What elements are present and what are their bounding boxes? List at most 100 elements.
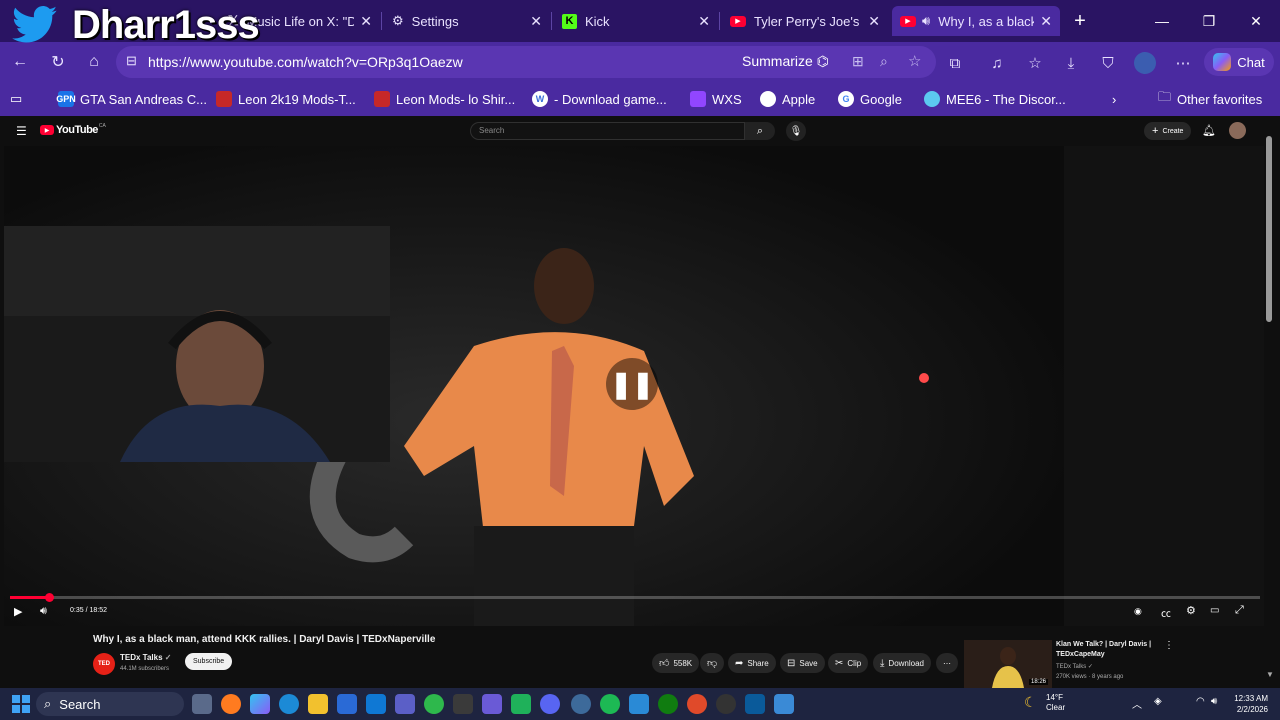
youtube-logo[interactable]: ▶ YouTube CA [40, 123, 106, 136]
copilot-app-icon[interactable] [250, 694, 270, 714]
settings-gear-icon[interactable]: ⚙ [1186, 604, 1196, 617]
favorite-leon-2k19[interactable]: Leon 2k19 Mods-T... [216, 90, 356, 108]
back-arrow-icon[interactable]: ← [8, 50, 32, 74]
more-menu-icon[interactable]: ⋯ [1172, 52, 1194, 74]
theater-mode-icon[interactable]: ▭ [1210, 605, 1219, 616]
autoplay-toggle-icon[interactable]: ◉ [1134, 606, 1142, 617]
close-tab-icon[interactable]: ✕ [360, 13, 372, 30]
shield-icon[interactable]: ⛉ [1097, 52, 1119, 74]
play-icon[interactable]: ▶ [14, 605, 22, 618]
xbox-app-icon[interactable] [424, 694, 444, 714]
favorites-overflow-chevron-icon[interactable]: › [1112, 90, 1116, 108]
wifi-icon[interactable]: ◠ [1196, 696, 1205, 707]
tray-chevron-icon[interactable]: ︿ [1132, 696, 1142, 711]
download-button[interactable]: ⤓ Download [873, 653, 931, 673]
favorite-google[interactable]: G Google [838, 90, 902, 108]
profile-avatar[interactable] [1134, 52, 1156, 74]
store-icon[interactable] [337, 694, 357, 714]
epic-launcher-icon[interactable] [745, 694, 765, 714]
discord-icon[interactable] [540, 694, 560, 714]
outlook-icon[interactable] [366, 694, 386, 714]
pause-overlay-icon[interactable]: ❚❚ [606, 358, 658, 410]
spotify-icon[interactable] [600, 694, 620, 714]
close-tab-icon[interactable]: ✕ [868, 13, 880, 30]
favorite-star-icon[interactable]: ☆ [908, 52, 921, 70]
file-explorer-icon[interactable] [308, 694, 328, 714]
recommended-thumbnail[interactable]: 18:26 [964, 640, 1052, 688]
apps-icon[interactable]: ⊞ [852, 53, 864, 70]
channel-name[interactable]: TEDx Talks ✓ [120, 653, 171, 662]
favorite-leon-mods[interactable]: Leon Mods- lo Shir... [374, 90, 515, 108]
close-tab-icon[interactable]: ✕ [1040, 13, 1052, 30]
dislike-button[interactable]: 👎︎ [700, 653, 725, 673]
game-launcher-icon[interactable] [687, 694, 707, 714]
summarize-button[interactable]: Summarize ⌬ [742, 53, 829, 70]
tab-actions-icon[interactable]: ▭ [10, 90, 22, 108]
captions-icon[interactable]: ㏄ [1161, 605, 1171, 620]
minimize-icon[interactable]: — [1146, 8, 1178, 34]
app-icon[interactable] [629, 694, 649, 714]
weather-widget[interactable]: 14°F Clear [1046, 693, 1065, 713]
download-icon[interactable]: ⤓ [1060, 52, 1082, 74]
like-button[interactable]: 👍︎ 558K [652, 653, 700, 673]
address-bar[interactable]: ⊟ https://www.youtube.com/watch?v=ORp3q1… [116, 46, 936, 78]
save-button[interactable]: ⊟ Save [780, 653, 825, 673]
home-icon[interactable]: ⌂ [82, 50, 106, 74]
recommended-title[interactable]: Klan We Talk? | Daryl Davis | TEDxCapeMa… [1056, 640, 1151, 660]
refresh-icon[interactable]: ↻ [46, 50, 70, 74]
tab-tyler-perry[interactable]: ▶ Tyler Perry's Joe's Co ✕ [722, 6, 888, 36]
settings-app-icon[interactable] [774, 694, 794, 714]
favorite-wxs[interactable]: WXS [690, 90, 742, 108]
edge-icon[interactable] [279, 694, 299, 714]
scroll-down-icon[interactable]: ▼ [1266, 670, 1274, 679]
favorite-mee6[interactable]: MEE6 - The Discor... [924, 90, 1066, 108]
other-favorites[interactable]: 🗀 Other favorites [1158, 89, 1262, 108]
site-info-icon[interactable]: ⊟ [126, 53, 137, 69]
volume-icon[interactable]: 🔊︎ [40, 605, 47, 618]
recommended-channel[interactable]: TEDx Talks ✓ [1056, 663, 1093, 670]
microphone-icon[interactable]: 🎙︎ [786, 121, 806, 141]
media-icon[interactable]: ♫ [986, 52, 1008, 74]
copilot-chat-button[interactable]: Chat [1204, 48, 1274, 76]
new-tab-plus-icon[interactable]: + [1064, 8, 1096, 34]
close-tab-icon[interactable]: ✕ [530, 13, 542, 30]
notifications-bell-icon[interactable]: 🔔︎ [1202, 124, 1216, 137]
page-scrollbar-thumb[interactable] [1266, 136, 1272, 322]
tray-app-icon[interactable]: ◈ [1154, 696, 1162, 707]
progress-bar[interactable] [10, 593, 1260, 602]
favorite-download-game[interactable]: W- Download game... [532, 90, 667, 108]
restore-icon[interactable]: ❐ [1193, 8, 1225, 34]
extensions-icon[interactable]: ⧉ [944, 52, 966, 74]
recommended-more-icon[interactable]: ⋮ [1164, 640, 1174, 651]
clip-button[interactable]: ✂ Clip [828, 653, 869, 673]
speaker-icon[interactable]: 🔊︎ [922, 13, 930, 29]
xbox-icon[interactable] [658, 694, 678, 714]
zoom-icon[interactable]: ⌕ [880, 53, 888, 70]
create-button[interactable]: + Create [1144, 122, 1192, 140]
steam-icon[interactable] [716, 694, 736, 714]
more-actions-icon[interactable]: ⋯ [936, 653, 958, 673]
share-button[interactable]: ➦ Share [728, 653, 776, 673]
teams-icon[interactable] [395, 694, 415, 714]
favorite-apple[interactable]: Apple [760, 90, 815, 108]
media-player-icon[interactable] [453, 694, 473, 714]
terminal-icon[interactable] [511, 694, 531, 714]
taskbar-search[interactable]: ⌕ Search [36, 692, 184, 716]
close-window-icon[interactable]: ✕ [1240, 8, 1272, 34]
channel-avatar[interactable]: TED [93, 653, 115, 675]
favorite-gta[interactable]: GPN GTA San Andreas C... [56, 90, 207, 108]
task-view-icon[interactable] [192, 694, 212, 714]
subscribe-button[interactable]: Subscribe [185, 653, 233, 670]
search-icon[interactable]: ⌕ [745, 122, 775, 140]
close-tab-icon[interactable]: ✕ [698, 13, 710, 30]
tab-kick[interactable]: K Kick ✕ [554, 6, 718, 36]
video-player[interactable]: ❚❚ ▶ 🔊︎ 0:35 / 18:52 ◉ ㏄ ⚙ ▭ ⤢ [4, 146, 1264, 646]
youtube-search-input[interactable]: Search [470, 122, 745, 140]
clock[interactable]: 12:33 AM 2/2/2026 [1232, 693, 1268, 715]
moon-weather-icon[interactable]: ☾ [1024, 694, 1037, 711]
obs-icon[interactable] [571, 694, 591, 714]
tab-settings[interactable]: ⚙ Settings ✕ [384, 6, 550, 36]
firefox-icon[interactable] [221, 694, 241, 714]
tab-why-i-as-a-black-man[interactable]: ▶ 🔊︎ Why I, as a black ✕ [892, 6, 1060, 36]
volume-tray-icon[interactable]: 🔊︎ [1211, 696, 1217, 707]
